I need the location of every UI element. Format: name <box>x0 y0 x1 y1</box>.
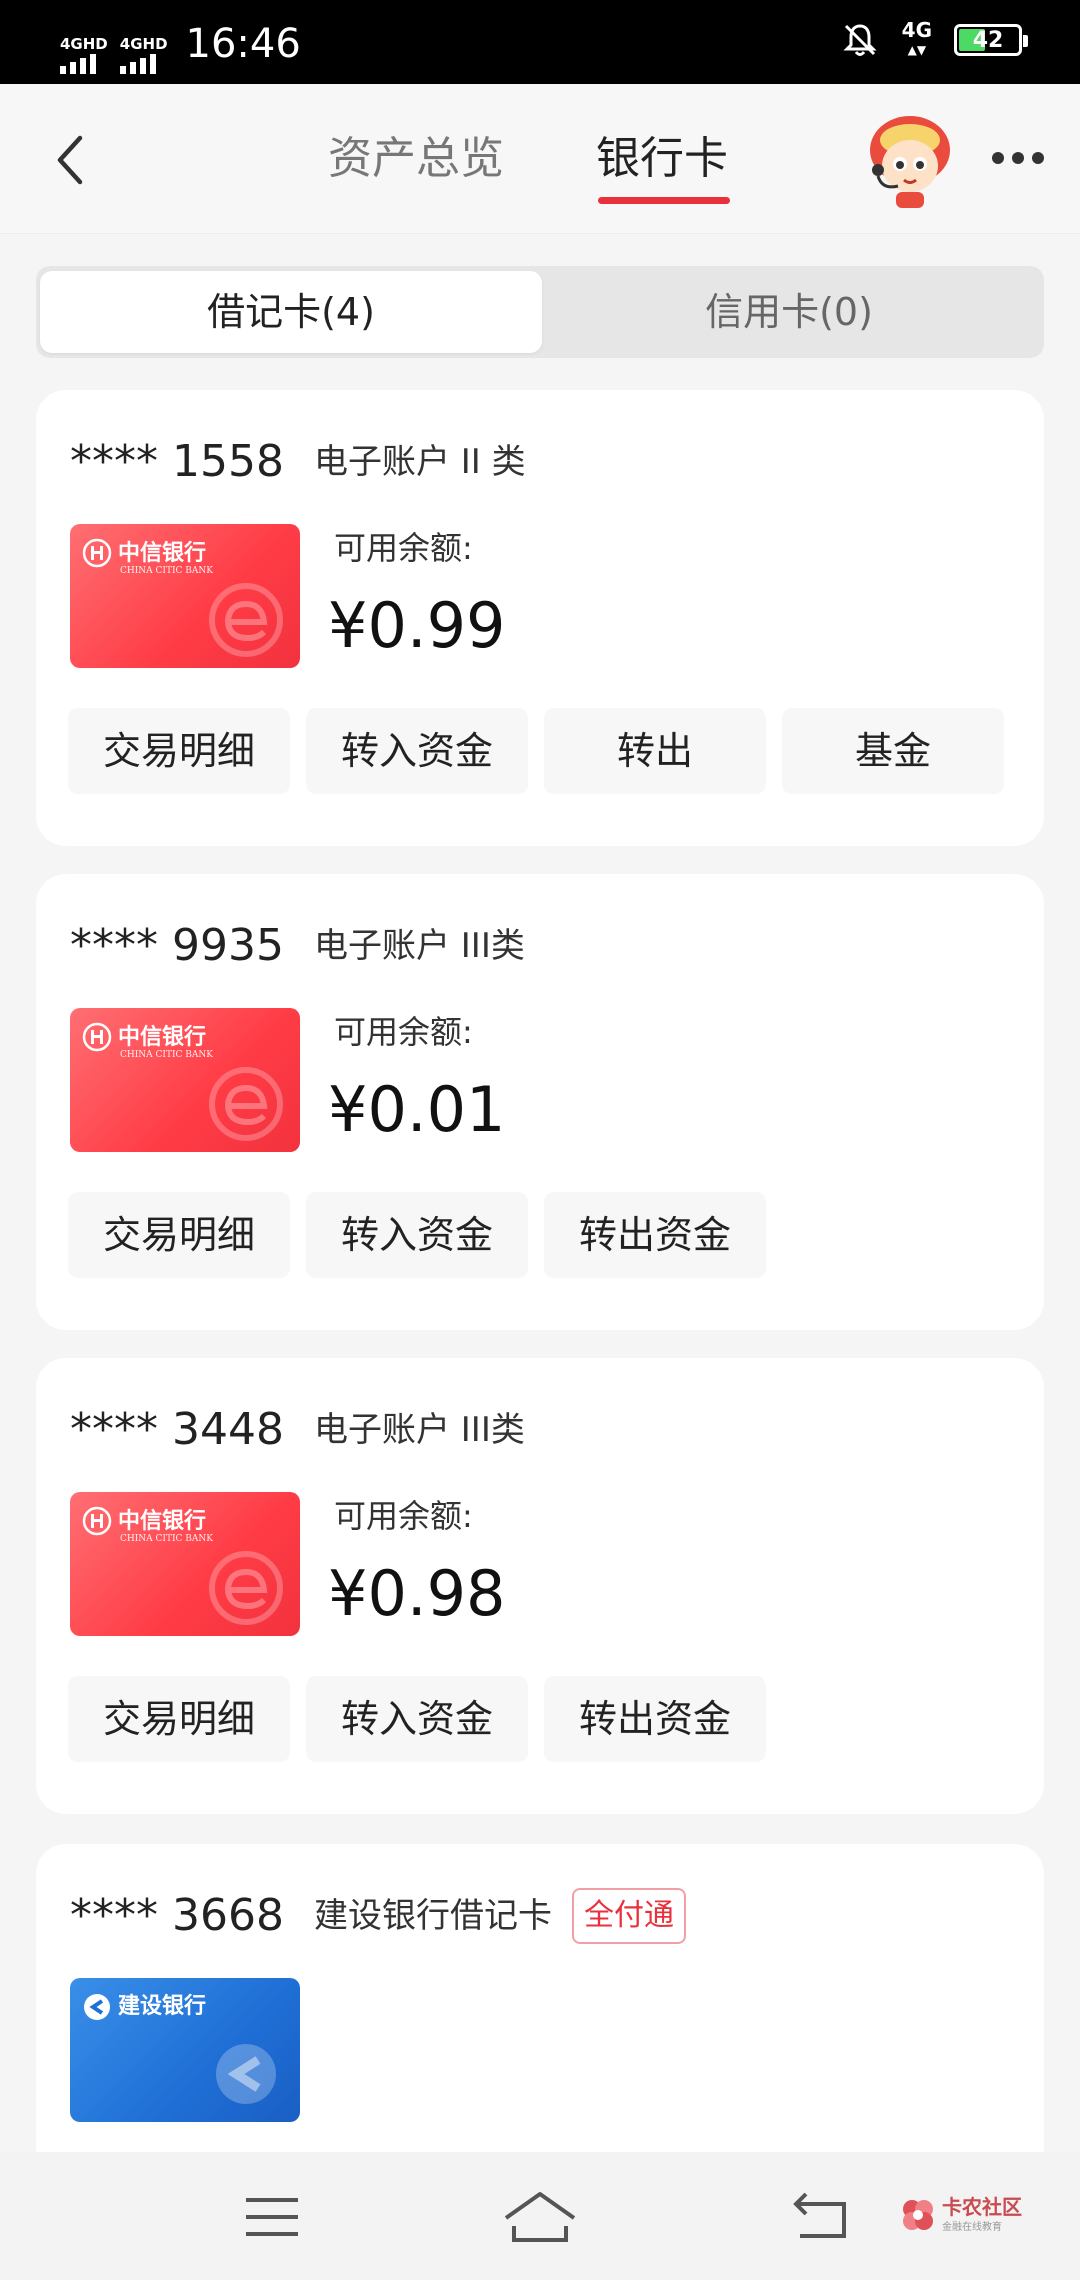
transaction-details-button[interactable]: 交易明细 <box>68 708 290 794</box>
account-type: 电子账户 III类 <box>313 1410 525 1450</box>
network-icon: 4G ▲▼ <box>901 18 932 57</box>
mascot-avatar[interactable] <box>862 110 958 210</box>
available-balance-label: 可用余额: <box>334 1497 473 1535</box>
bank-name: 建设银行 <box>118 1994 207 2019</box>
bell-muted-icon <box>843 24 877 56</box>
status-bar: 4GHD 4GHD 16:46 4G ▲▼ 42 <box>0 0 1080 84</box>
transfer-out-button[interactable]: 转出 <box>544 708 766 794</box>
account-card: **** 1558 电子账户 II 类 中信银行 CHINA CITIC BAN… <box>36 390 1044 846</box>
sim1-signal-icon: 4GHD <box>60 36 108 74</box>
account-number: **** 3668 <box>70 1890 284 1941</box>
citic-logo-icon <box>82 538 112 568</box>
more-options-icon[interactable] <box>992 152 1044 164</box>
tab-debit-cards[interactable]: 借记卡(4) <box>40 271 542 353</box>
system-navigation-bar: 卡农社区 金融在线教育 <box>0 2152 1080 2280</box>
e-account-mark-icon <box>209 583 283 657</box>
watermark-subtitle: 金融在线教育 <box>942 2222 1002 2233</box>
account-number: **** 1558 <box>70 436 284 487</box>
back-arrow-icon[interactable] <box>50 132 90 188</box>
bank-name: 中信银行 <box>118 540 207 566</box>
sim1-label: 4GHD <box>60 35 108 53</box>
transfer-in-button[interactable]: 转入资金 <box>306 708 528 794</box>
transaction-details-button[interactable]: 交易明细 <box>68 1676 290 1762</box>
transfer-in-button[interactable]: 转入资金 <box>306 1676 528 1762</box>
bank-name-en: CHINA CITIC BANK <box>120 1050 213 1060</box>
bank-name: 中信银行 <box>118 1508 207 1534</box>
account-card: **** 9935 电子账户 III类 中信银行 CHINA CITIC BAN… <box>36 874 1044 1330</box>
tab-bank-cards[interactable]: 银行卡 <box>596 124 728 194</box>
kanong-logo-icon <box>903 2199 933 2230</box>
transfer-in-button[interactable]: 转入资金 <box>306 1192 528 1278</box>
tab-credit-cards[interactable]: 信用卡(0) <box>538 271 1040 353</box>
available-balance-value: ¥0.99 <box>328 589 506 662</box>
account-number: **** 9935 <box>70 920 284 971</box>
ccb-watermark-icon <box>216 2044 276 2104</box>
card-type-switch: 借记卡(4) 信用卡(0) <box>36 266 1044 358</box>
clock: 16:46 <box>185 21 301 67</box>
watermark-title: 卡农社区 <box>942 2195 1022 2219</box>
citic-bank-card-image[interactable]: 中信银行 CHINA CITIC BANK <box>70 1008 300 1152</box>
battery-icon: 42 <box>954 24 1028 56</box>
citic-bank-card-image[interactable]: 中信银行 CHINA CITIC BANK <box>70 1492 300 1636</box>
network-label: 4G <box>901 18 932 42</box>
transfer-out-button[interactable]: 转出资金 <box>544 1192 766 1278</box>
back-nav-icon[interactable] <box>782 2182 862 2252</box>
home-icon[interactable] <box>500 2182 580 2252</box>
account-type: 建设银行借记卡 <box>313 1896 552 1936</box>
account-type: 电子账户 II 类 <box>313 442 526 482</box>
menu-icon[interactable] <box>232 2182 312 2252</box>
transfer-out-button[interactable]: 转出资金 <box>544 1676 766 1762</box>
active-tab-indicator <box>598 197 730 204</box>
account-card: **** 3668 建设银行借记卡 全付通 建设银行 <box>36 1844 1044 2184</box>
citic-logo-icon <box>82 1506 112 1536</box>
app-header: 资产总览 银行卡 <box>0 84 1080 234</box>
e-account-mark-icon <box>209 1067 283 1141</box>
transaction-details-button[interactable]: 交易明细 <box>68 1192 290 1278</box>
available-balance-value: ¥0.01 <box>328 1073 506 1146</box>
account-type: 电子账户 III类 <box>313 926 525 966</box>
ccb-logo-icon <box>84 1994 110 2020</box>
available-balance-label: 可用余额: <box>334 1013 473 1051</box>
tab-asset-overview[interactable]: 资产总览 <box>328 124 504 194</box>
bank-name-en: CHINA CITIC BANK <box>120 1534 213 1544</box>
citic-bank-card-image[interactable]: 中信银行 CHINA CITIC BANK <box>70 524 300 668</box>
sim2-label: 4GHD <box>119 35 168 53</box>
account-card: **** 3448 电子账户 III类 中信银行 CHINA CITIC BAN… <box>36 1358 1044 1814</box>
bank-name-en: CHINA CITIC BANK <box>120 566 213 576</box>
available-balance-label: 可用余额: <box>334 529 473 567</box>
fund-button[interactable]: 基金 <box>782 708 1004 794</box>
quickpay-badge: 全付通 <box>571 1888 686 1944</box>
watermark: 卡农社区 金融在线教育 <box>900 2196 1022 2233</box>
sim2-signal-icon: 4GHD <box>119 35 168 74</box>
citic-logo-icon <box>82 1022 112 1052</box>
battery-level: 42 <box>972 27 1004 53</box>
bank-name: 中信银行 <box>118 1024 207 1050</box>
account-number: **** 3448 <box>70 1404 284 1455</box>
available-balance-value: ¥0.98 <box>328 1557 506 1630</box>
e-account-mark-icon <box>209 1551 283 1625</box>
ccb-bank-card-image[interactable]: 建设银行 <box>70 1978 300 2122</box>
